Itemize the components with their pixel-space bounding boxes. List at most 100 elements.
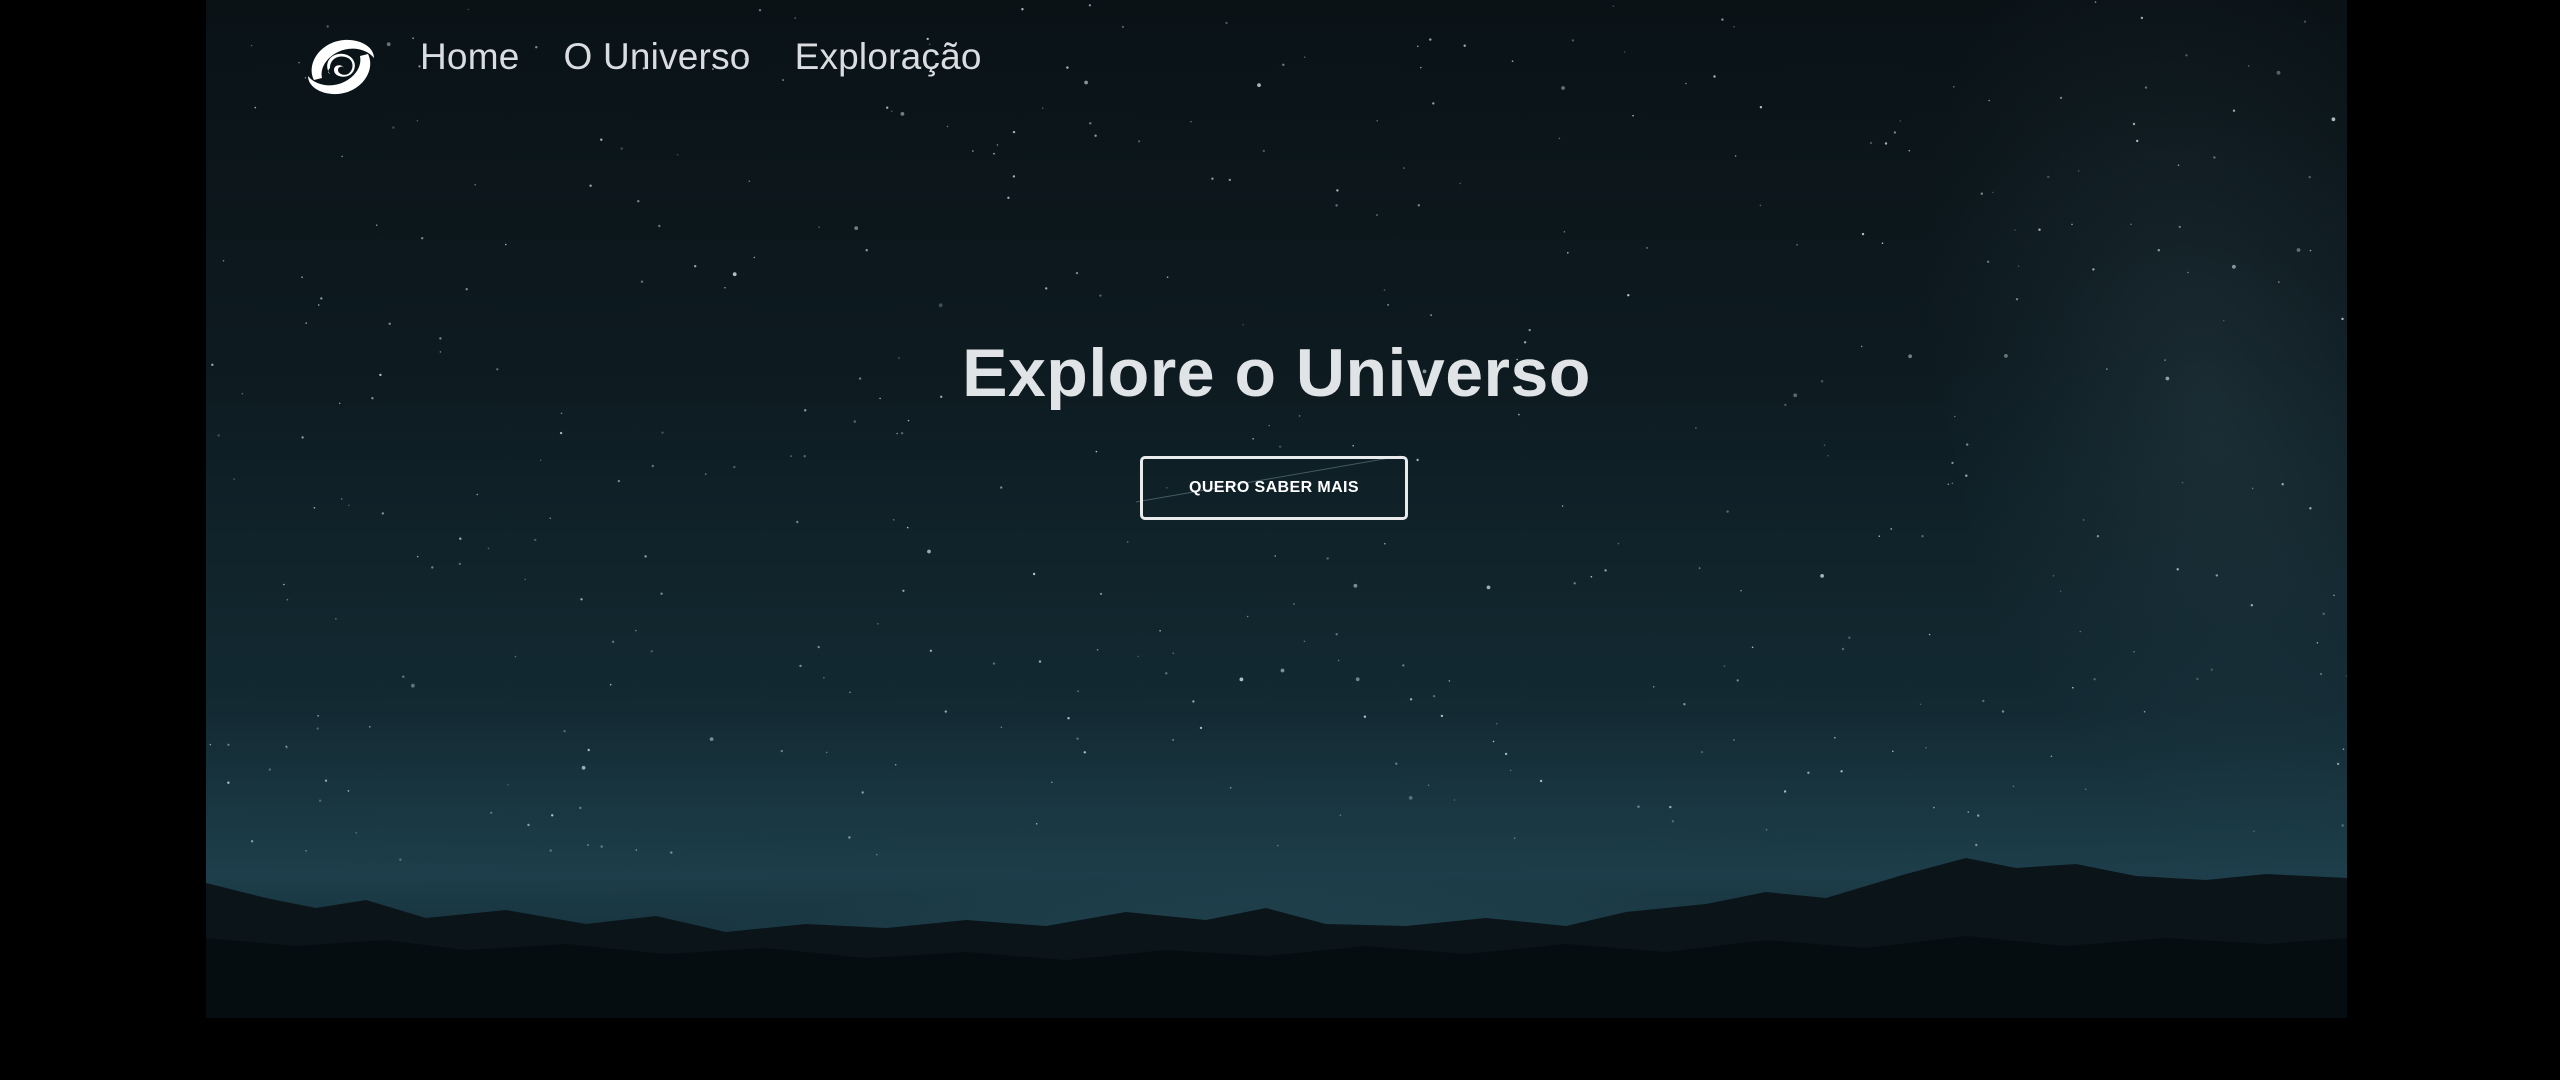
star xyxy=(1095,450,1098,453)
star xyxy=(1336,189,1339,192)
star xyxy=(1172,739,1174,741)
star xyxy=(1012,175,1016,178)
star xyxy=(1383,289,1386,291)
star xyxy=(1669,805,1672,809)
star xyxy=(818,226,820,228)
star xyxy=(1827,454,1829,457)
star xyxy=(1298,415,1301,417)
star xyxy=(458,562,461,566)
star xyxy=(1734,155,1737,157)
star xyxy=(1726,510,1729,513)
star xyxy=(1890,528,1892,530)
star xyxy=(340,498,343,500)
star xyxy=(1326,557,1329,560)
star xyxy=(1199,726,1203,730)
star xyxy=(1617,542,1620,545)
star xyxy=(938,303,943,308)
star xyxy=(1417,204,1421,207)
star xyxy=(892,519,895,521)
star xyxy=(753,256,756,259)
star xyxy=(507,784,509,786)
star xyxy=(217,434,220,437)
star xyxy=(1695,427,1697,429)
star xyxy=(581,765,586,770)
star xyxy=(1067,717,1070,720)
star xyxy=(1590,575,1593,578)
star xyxy=(1671,820,1675,823)
star xyxy=(560,412,563,415)
star xyxy=(1395,762,1398,765)
star xyxy=(1504,752,1508,756)
star xyxy=(1807,771,1810,774)
star xyxy=(1274,555,1276,557)
star xyxy=(724,286,726,289)
star xyxy=(1035,823,1038,825)
star xyxy=(790,455,792,457)
nav-link-o-universo[interactable]: O Universo xyxy=(564,36,751,78)
star xyxy=(587,748,590,752)
star xyxy=(476,493,479,496)
star xyxy=(1099,592,1103,596)
star xyxy=(375,224,378,226)
star xyxy=(1528,328,1531,332)
star xyxy=(1012,130,1016,134)
star xyxy=(877,623,879,625)
star xyxy=(902,589,905,592)
mountain-silhouette xyxy=(206,858,2347,1018)
star xyxy=(1919,703,1922,706)
star xyxy=(817,645,820,649)
star xyxy=(286,598,289,601)
star xyxy=(487,547,490,550)
star xyxy=(1000,486,1003,489)
star xyxy=(1126,541,1129,543)
star xyxy=(644,555,647,558)
star xyxy=(1723,665,1726,667)
star xyxy=(416,555,419,558)
star xyxy=(1000,726,1003,729)
star xyxy=(1246,615,1249,618)
star xyxy=(1408,796,1413,800)
star xyxy=(421,237,424,240)
hero-section: Home O Universo Exploração Explore o Uni… xyxy=(206,0,2347,1018)
star xyxy=(1561,505,1564,507)
cta-button[interactable]: QUERO SABER MAIS xyxy=(1140,456,1408,520)
star xyxy=(929,649,933,652)
star xyxy=(1339,814,1342,816)
spiral-galaxy-icon xyxy=(308,39,374,95)
logo[interactable] xyxy=(304,34,378,100)
star xyxy=(1432,695,1436,698)
star xyxy=(1268,424,1270,427)
star xyxy=(704,473,707,475)
nav-link-home[interactable]: Home xyxy=(420,36,520,78)
star xyxy=(1573,582,1576,585)
star xyxy=(1509,769,1512,772)
star xyxy=(551,814,554,817)
star xyxy=(465,288,468,291)
star xyxy=(1683,703,1686,706)
star xyxy=(906,526,909,529)
star xyxy=(227,743,230,746)
star xyxy=(972,150,974,152)
star xyxy=(854,226,859,231)
star xyxy=(796,520,799,524)
star xyxy=(1646,247,1648,249)
star xyxy=(490,811,493,814)
star xyxy=(305,322,307,324)
star xyxy=(823,676,825,679)
star xyxy=(1820,574,1824,578)
star xyxy=(283,583,285,586)
star xyxy=(1982,699,1985,703)
star xyxy=(637,200,640,203)
nav-link-exploracao[interactable]: Exploração xyxy=(795,36,982,78)
star xyxy=(1038,660,1042,663)
star xyxy=(285,746,288,749)
star xyxy=(1192,700,1195,703)
star xyxy=(676,153,679,156)
star xyxy=(1077,690,1079,692)
star xyxy=(803,455,806,458)
star xyxy=(320,297,323,300)
star xyxy=(748,180,751,182)
star xyxy=(1823,444,1826,447)
star xyxy=(1172,652,1175,654)
star xyxy=(1337,659,1340,662)
